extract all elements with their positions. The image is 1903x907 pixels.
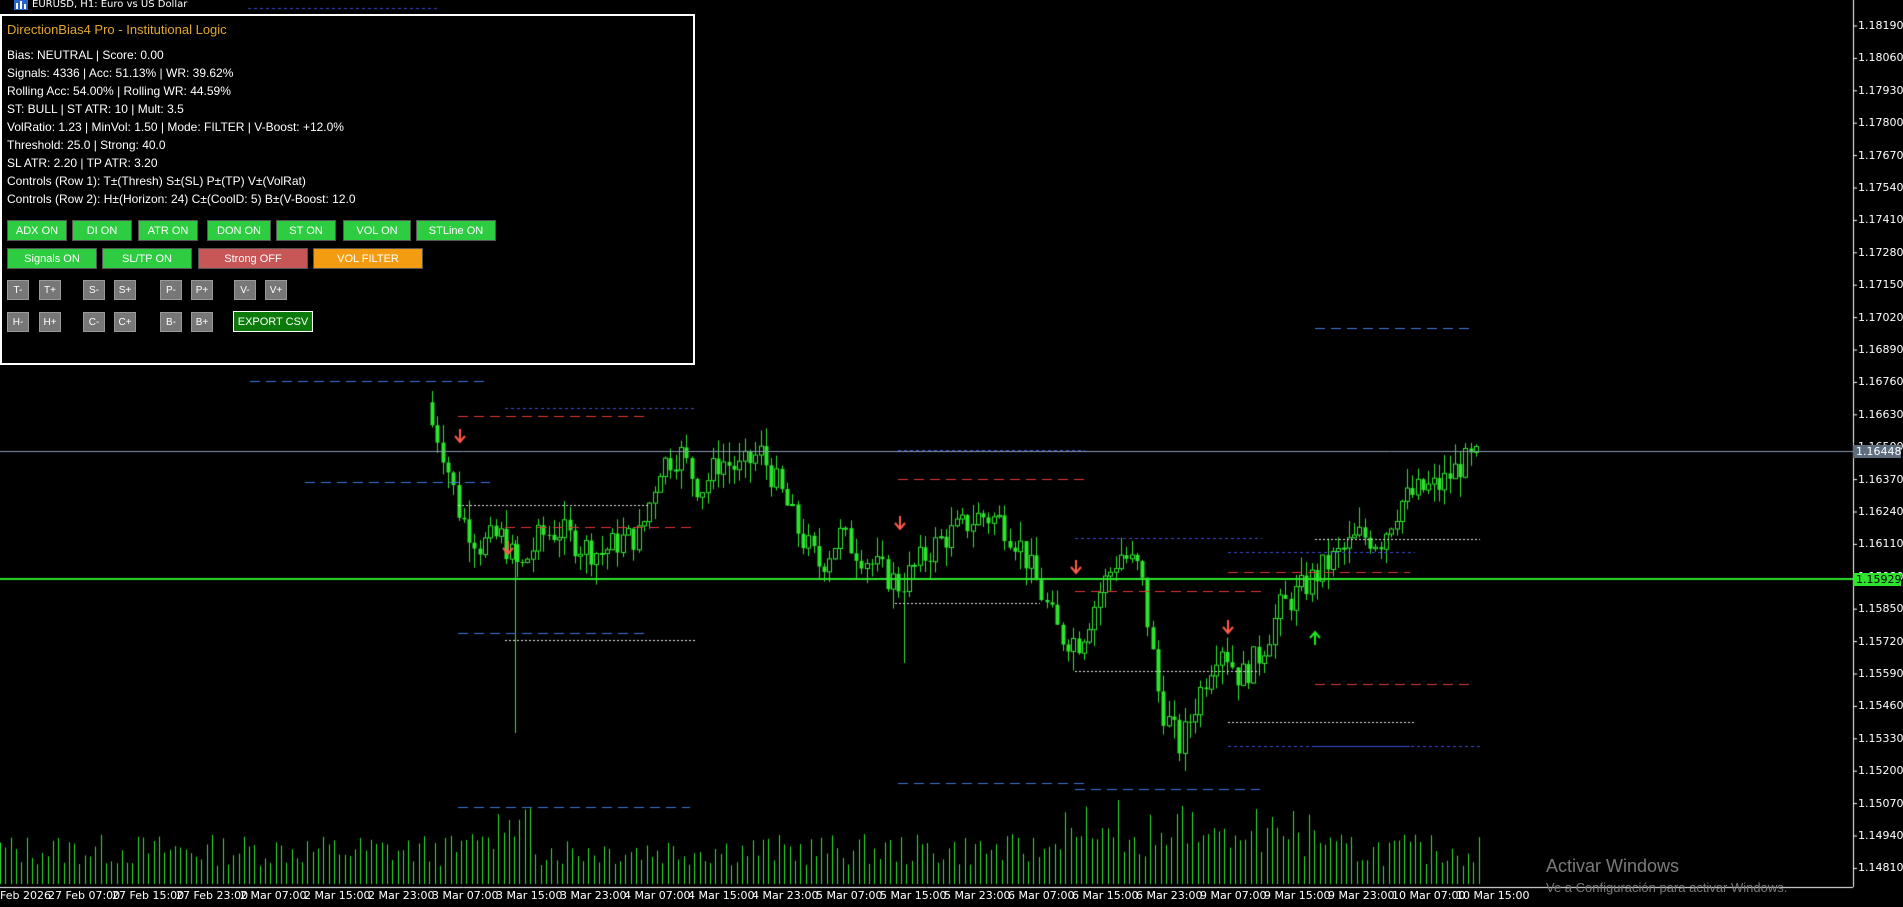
atr-toggle-button[interactable]: ATR ON	[138, 220, 198, 241]
price-axis-label: 1.15720	[1858, 634, 1903, 648]
time-axis-label: 3 Mar 15:00	[496, 889, 563, 902]
bid-price-tag: 1.16448	[1853, 445, 1902, 458]
price-axis-label: 1.17930	[1858, 83, 1903, 97]
price-axis-label: 1.16110	[1858, 537, 1903, 551]
volratio-decrease-button[interactable]: V-	[234, 280, 256, 300]
price-axis-label: 1.18060	[1858, 51, 1903, 65]
chart-symbol-header: EURUSD, H1: Euro vs US Dollar	[14, 0, 187, 10]
sl-decrease-button[interactable]: S-	[83, 280, 105, 300]
strong-toggle-button[interactable]: Strong OFF	[198, 248, 308, 269]
sl-increase-button[interactable]: S+	[114, 280, 136, 300]
price-axis-label: 1.15200	[1858, 764, 1903, 778]
vol-filter-mode-button[interactable]: VOL FILTER	[313, 248, 423, 269]
time-axis-label: 2 Mar 15:00	[304, 889, 371, 902]
cooldown-decrease-button[interactable]: C-	[83, 312, 105, 332]
price-axis-label: 1.15330	[1858, 731, 1903, 745]
stline-toggle-button[interactable]: STLine ON	[416, 220, 496, 241]
price-axis-label: 1.15850	[1858, 602, 1903, 616]
indicator-panel: DirectionBias4 Pro - Institutional Logic…	[0, 14, 695, 365]
adx-toggle-button[interactable]: ADX ON	[7, 220, 67, 241]
horizon-decrease-button[interactable]: H-	[7, 312, 29, 332]
st-toggle-button[interactable]: ST ON	[276, 220, 336, 241]
panel-title: DirectionBias4 Pro - Institutional Logic	[7, 22, 227, 37]
time-axis-label: 5 Mar 07:00	[816, 889, 883, 902]
time-axis-label: 9 Mar 07:00	[1200, 889, 1267, 902]
time-axis-label: 27 Feb 07:00	[48, 889, 121, 902]
price-axis-label: 1.17670	[1858, 148, 1903, 162]
price-axis-label: 1.16370	[1858, 472, 1903, 486]
time-axis-label: 6 Mar 07:00	[1008, 889, 1075, 902]
supertrend-line: ST: BULL | ST ATR: 10 | Mult: 3.5	[7, 102, 184, 116]
price-axis-label: 1.17540	[1858, 181, 1903, 194]
tp-increase-button[interactable]: P+	[191, 280, 213, 300]
time-axis-label: 6 Mar 15:00	[1072, 889, 1139, 902]
time-axis-label: 27 Feb 15:00	[112, 889, 185, 902]
price-axis-label: 1.17020	[1858, 310, 1903, 324]
time-axis-label: 3 Mar 07:00	[432, 889, 499, 902]
price-axis-label: 1.15590	[1858, 667, 1903, 680]
chart-window-icon	[14, 0, 28, 10]
price-axis-label: 1.17280	[1858, 245, 1903, 259]
price-axis-label: 1.17410	[1858, 213, 1903, 227]
time-axis-label: 9 Mar 23:00	[1328, 889, 1395, 902]
time-axis-label: 3 Mar 23:00	[560, 889, 627, 902]
price-axis-label: 1.14810	[1858, 861, 1903, 875]
time-axis-label: 5 Mar 23:00	[944, 889, 1011, 902]
signals-toggle-button[interactable]: Signals ON	[7, 248, 97, 269]
volratio-line: VolRatio: 1.23 | MinVol: 1.50 | Mode: FI…	[7, 120, 344, 134]
price-axis-label: 1.18190	[1858, 19, 1903, 32]
controls-row2-line: Controls (Row 2): H±(Horizon: 24) C±(Coo…	[7, 192, 356, 206]
vboost-decrease-button[interactable]: B-	[160, 312, 182, 332]
volratio-increase-button[interactable]: V+	[265, 280, 287, 300]
signals-line: Signals: 4336 | Acc: 51.13% | WR: 39.62%	[7, 66, 234, 80]
time-axis-label: 10 Mar 15:00	[1456, 889, 1530, 902]
time-axis-label: 2 Mar 23:00	[368, 889, 435, 902]
time-axis-label: Feb 2026	[0, 889, 51, 902]
controls-row1-line: Controls (Row 1): T±(Thresh) S±(SL) P±(T…	[7, 174, 306, 188]
activation-watermark-subtitle: Ve a Configuración para activar Windows.	[1546, 880, 1788, 895]
time-axis-label: 6 Mar 23:00	[1136, 889, 1203, 902]
threshold-line: Threshold: 25.0 | Strong: 40.0	[7, 138, 166, 152]
horizon-increase-button[interactable]: H+	[39, 312, 61, 332]
sl-tp-line: SL ATR: 2.20 | TP ATR: 3.20	[7, 156, 158, 170]
rolling-line: Rolling Acc: 54.00% | Rolling WR: 44.59%	[7, 84, 231, 98]
price-axis-label: 1.15070	[1858, 796, 1903, 810]
price-axis-label: 1.17150	[1858, 278, 1903, 292]
time-axis-label: 10 Mar 07:00	[1392, 889, 1466, 902]
export-csv-button[interactable]: EXPORT CSV	[233, 311, 313, 332]
time-axis-label: 5 Mar 15:00	[880, 889, 947, 902]
price-axis-label: 1.17800	[1858, 116, 1903, 130]
price-axis-label: 1.16890	[1858, 343, 1903, 356]
vol-toggle-button[interactable]: VOL ON	[343, 220, 411, 241]
time-axis-label: 9 Mar 15:00	[1264, 889, 1331, 902]
sltp-toggle-button[interactable]: SL/TP ON	[102, 248, 192, 269]
line-price-tag: 1.15929	[1853, 573, 1902, 586]
di-toggle-button[interactable]: DI ON	[72, 220, 132, 241]
price-axis-label: 1.14940	[1858, 829, 1903, 842]
time-axis-label: 4 Mar 15:00	[688, 889, 755, 902]
bias-line: Bias: NEUTRAL | Score: 0.00	[7, 48, 164, 62]
price-axis-label: 1.16760	[1858, 375, 1903, 389]
tp-decrease-button[interactable]: P-	[160, 280, 182, 300]
don-toggle-button[interactable]: DON ON	[207, 220, 271, 241]
time-axis-label: 27 Feb 23:00	[176, 889, 249, 902]
price-axis-label: 1.16240	[1858, 505, 1903, 518]
time-axis-label: 2 Mar 07:00	[240, 889, 307, 902]
time-axis-label: 4 Mar 07:00	[624, 889, 691, 902]
activation-watermark-title: Activar Windows	[1546, 856, 1680, 876]
price-axis-label: 1.16630	[1858, 407, 1903, 421]
symbol-title: EURUSD, H1: Euro vs US Dollar	[32, 0, 188, 10]
price-axis-label: 1.15460	[1858, 699, 1903, 713]
threshold-decrease-button[interactable]: T-	[7, 280, 29, 300]
threshold-increase-button[interactable]: T+	[39, 280, 61, 300]
time-axis-label: 4 Mar 23:00	[752, 889, 819, 902]
vboost-increase-button[interactable]: B+	[191, 312, 213, 332]
cooldown-increase-button[interactable]: C+	[114, 312, 136, 332]
